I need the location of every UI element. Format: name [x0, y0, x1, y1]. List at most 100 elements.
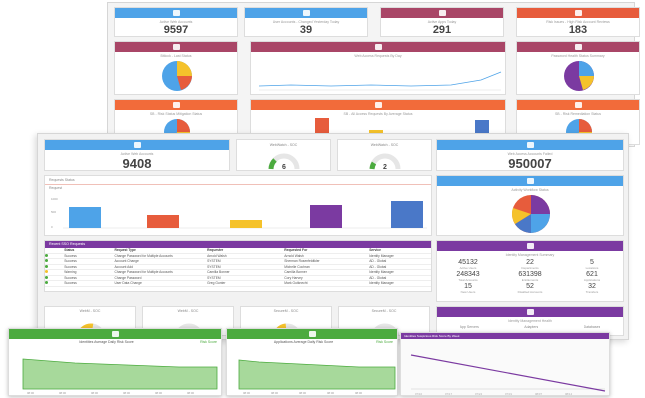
- cell-service: AD - Global: [369, 259, 387, 264]
- cell-status: Success: [64, 259, 77, 264]
- svg-text:08:00: 08:00: [299, 391, 306, 395]
- card-header: [517, 8, 639, 18]
- bar[interactable]: [69, 207, 101, 228]
- chart-icon: [574, 44, 582, 50]
- health-item[interactable]: Databases: [584, 325, 601, 329]
- cell-requester: Camilla Bonner: [207, 270, 230, 275]
- health-item[interactable]: App Servers: [460, 325, 479, 329]
- col-header-status[interactable]: Status: [64, 248, 114, 252]
- col-header-type[interactable]: Request Type: [114, 248, 207, 252]
- cell-requester: Greg Gunter: [207, 281, 226, 286]
- svg-text:07/17: 07/17: [445, 392, 452, 396]
- bar[interactable]: [310, 205, 342, 228]
- cell-service: AD - Global: [369, 275, 387, 280]
- identity-metric[interactable]: 45132 Active Users: [437, 259, 499, 270]
- check-icon: [172, 102, 180, 108]
- chart-title: Applications Average Daily Risk Score: [273, 340, 334, 344]
- identity-metric[interactable]: 248343 Total Accounts: [437, 271, 499, 282]
- identity-summary-panel[interactable]: Identity Management Summary 45132 Active…: [436, 240, 624, 302]
- cell-for: Camilla Bonner: [284, 270, 307, 275]
- svg-text:08/14: 08/14: [565, 392, 572, 396]
- background-dashboard: Active Web Accounts 9597 User Accounts -…: [107, 2, 640, 147]
- stat-value: 39: [299, 24, 313, 36]
- col-header-for[interactable]: Requested For: [284, 248, 369, 252]
- card-header: [437, 140, 623, 150]
- metric-label: Entitlements: [521, 278, 539, 282]
- card-header: [251, 42, 505, 52]
- card-header: [45, 140, 229, 150]
- bar[interactable]: [230, 220, 262, 228]
- gauge-card-1[interactable]: WebWatch - SOC 6: [236, 139, 331, 171]
- requests-bar-panel[interactable]: Requests Status Request 1000 500 0: [44, 175, 432, 236]
- back-stat-card[interactable]: Active Web Accounts 9597: [114, 7, 238, 37]
- back-stat-card[interactable]: Risk Issues - High Risk Account Reviews …: [516, 7, 640, 37]
- panel-title: Identity Management Summary: [505, 253, 555, 257]
- svg-text:08:00: 08:00: [243, 391, 250, 395]
- back-stat-card[interactable]: User Accounts - Changed Yesterday Today …: [244, 7, 368, 37]
- panel-title: Requests Status: [45, 176, 431, 185]
- cell-for: Michelle Cochran: [284, 264, 310, 269]
- gauge-value: 2: [383, 164, 387, 171]
- cell-for: Arnold Walsh: [284, 253, 304, 258]
- svg-text:07/24: 07/24: [475, 392, 482, 396]
- card-header: [245, 8, 367, 18]
- back-stat-card[interactable]: Active Apps Today 291: [380, 7, 504, 37]
- back-panel[interactable]: Bitlock - Last Status: [114, 41, 238, 95]
- metric-label: Locations: [585, 266, 599, 270]
- identity-metric[interactable]: 631398 Entitlements: [499, 271, 561, 282]
- svg-text:08:00: 08:00: [123, 391, 130, 395]
- identity-metric[interactable]: 32 Transfers: [561, 283, 623, 294]
- status-dot-icon: [45, 259, 48, 263]
- card-header: [115, 42, 237, 52]
- cell-type: User Data Change: [114, 281, 142, 286]
- user-icon: [133, 142, 141, 148]
- identity-metric[interactable]: 52 Disabled Accounts: [499, 283, 561, 294]
- identity-metric[interactable]: 621 Applications: [561, 271, 623, 282]
- applications-risk-chart[interactable]: Applications Average Daily Risk Score Ri…: [226, 328, 398, 396]
- svg-text:07/31: 07/31: [505, 392, 512, 396]
- active-web-accounts-card[interactable]: Active Web Accounts 9408: [44, 139, 230, 171]
- identity-metric[interactable]: 15 New Users: [437, 283, 499, 294]
- pie-chart: [564, 61, 594, 91]
- failed-accounts-card[interactable]: Web Access Accounts Failed 950007: [436, 139, 624, 171]
- check-icon: [374, 102, 382, 108]
- cell-requester: SYSTEM: [207, 264, 221, 269]
- sso-requests-table[interactable]: Recent SSO Requests Status Request Type …: [44, 240, 432, 292]
- workflow-pie-chart: [512, 195, 550, 233]
- cell-type: Change Password for Multiple Accounts: [114, 270, 173, 275]
- card-header: [115, 8, 237, 18]
- metric-label: Departments: [521, 266, 539, 270]
- col-header-requester[interactable]: Requester: [207, 248, 284, 252]
- metric-value: 15: [464, 283, 472, 290]
- gauge-card-2[interactable]: WebWatch - SOC 2: [337, 139, 432, 171]
- svg-text:07/10: 07/10: [415, 392, 422, 396]
- col-header-service[interactable]: Service: [369, 248, 431, 252]
- status-dot-icon: [45, 253, 48, 257]
- card-header: [115, 100, 237, 110]
- svg-text:08:00: 08:00: [59, 391, 66, 395]
- suspicious-risk-chart[interactable]: Identities Suspicious Risk Score By Week…: [400, 332, 610, 396]
- chart-legend: Risk Score: [200, 340, 217, 344]
- health-item[interactable]: Adapters: [524, 325, 538, 329]
- table-row[interactable]: Success User Data Change Greg Gunter Mar…: [45, 281, 431, 287]
- workflow-pie-panel[interactable]: Activity Workflow Status: [436, 175, 624, 236]
- card-header: [437, 241, 623, 251]
- cell-type: Account Add: [114, 264, 133, 269]
- back-panel[interactable]: Password Health Status Summary: [516, 41, 640, 95]
- metric-label: Total Accounts: [458, 278, 478, 282]
- back-panel[interactable]: Web Access Requests By Day: [250, 41, 506, 95]
- bar[interactable]: [147, 215, 179, 228]
- cell-status: Success: [64, 275, 77, 280]
- cell-type: Change Password: [114, 275, 142, 280]
- identity-metric[interactable]: 5 Locations: [561, 259, 623, 270]
- card-header: [437, 176, 623, 186]
- metric-value: 248343: [456, 271, 480, 278]
- table-title: Recent SSO Requests: [45, 241, 431, 248]
- bar[interactable]: [391, 201, 423, 228]
- identities-risk-chart[interactable]: Identities Average Daily Risk Score Risk…: [8, 328, 222, 396]
- identity-metric[interactable]: 22 Departments: [499, 259, 561, 270]
- card-header: [517, 100, 639, 110]
- metric-value: 32: [588, 283, 596, 290]
- stat-value: 291: [432, 24, 452, 36]
- chart-icon: [374, 44, 382, 50]
